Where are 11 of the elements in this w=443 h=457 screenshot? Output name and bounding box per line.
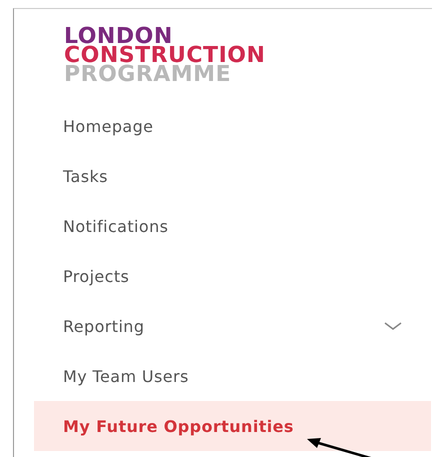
logo-text: LONDON: [64, 27, 173, 46]
sidebar-item[interactable]: Tasks: [34, 151, 432, 201]
sidebar-item[interactable]: My Team Users: [34, 351, 432, 401]
logo-text: PROGRAMME: [64, 65, 232, 84]
logo-text: CONSTRUCTION: [64, 46, 266, 65]
sidebar-item[interactable]: Reporting: [34, 301, 432, 351]
chevron-down-icon[interactable]: [384, 321, 402, 331]
sidebar-item[interactable]: My Future Opportunities: [34, 401, 431, 451]
sidebar-item[interactable]: Notifications: [34, 201, 432, 251]
sidebar-item[interactable]: Homepage: [34, 101, 432, 151]
sidebar-item[interactable]: Projects: [34, 251, 432, 301]
